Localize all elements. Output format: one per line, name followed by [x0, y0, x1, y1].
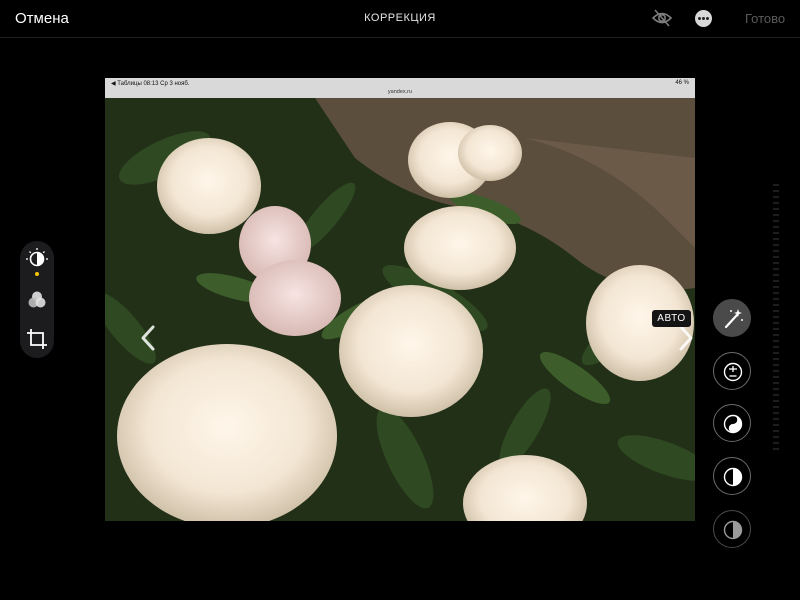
active-tool-indicator — [35, 272, 39, 276]
filters-icon[interactable] — [25, 288, 49, 312]
exposure-icon — [723, 362, 743, 382]
shadows-button[interactable] — [713, 510, 751, 548]
crop-icon[interactable] — [25, 327, 49, 351]
more-icon[interactable] — [695, 10, 712, 27]
next-arrow-icon[interactable] — [675, 324, 695, 352]
eye-slash-icon[interactable] — [651, 8, 673, 28]
highlights-icon — [723, 467, 743, 487]
peony-photo — [105, 98, 695, 521]
shadows-icon — [723, 520, 743, 540]
highlights-button[interactable] — [713, 457, 751, 495]
screenshot-status-bar: ◀ Таблицы 08:13 Ср 3 нояб. 46 % yandex.r… — [105, 78, 695, 98]
page-title: КОРРЕКЦИЯ — [364, 12, 436, 24]
battery-text: 46 % — [675, 80, 689, 86]
auto-enhance-button[interactable] — [713, 299, 751, 337]
previous-arrow-icon[interactable] — [137, 324, 161, 352]
auto-label-badge: АВТО — [652, 310, 691, 327]
auto-enhance-icon — [724, 309, 743, 329]
brilliance-button[interactable] — [713, 404, 751, 442]
status-left-text: ◀ Таблицы 08:13 Ср 3 нояб. — [111, 81, 190, 87]
url-text: yandex.ru — [387, 89, 413, 95]
exposure-button[interactable] — [713, 352, 751, 390]
brilliance-icon — [723, 414, 743, 434]
adjustment-slider[interactable] — [772, 184, 780, 454]
adjust-icon[interactable] — [25, 247, 49, 271]
photo-canvas[interactable]: ◀ Таблицы 08:13 Ср 3 нояб. 46 % yandex.r… — [105, 78, 695, 521]
top-bar: Отмена КОРРЕКЦИЯ Готово — [0, 0, 800, 38]
done-button[interactable]: Готово — [745, 11, 785, 26]
edit-mode-toolbar — [20, 241, 54, 358]
